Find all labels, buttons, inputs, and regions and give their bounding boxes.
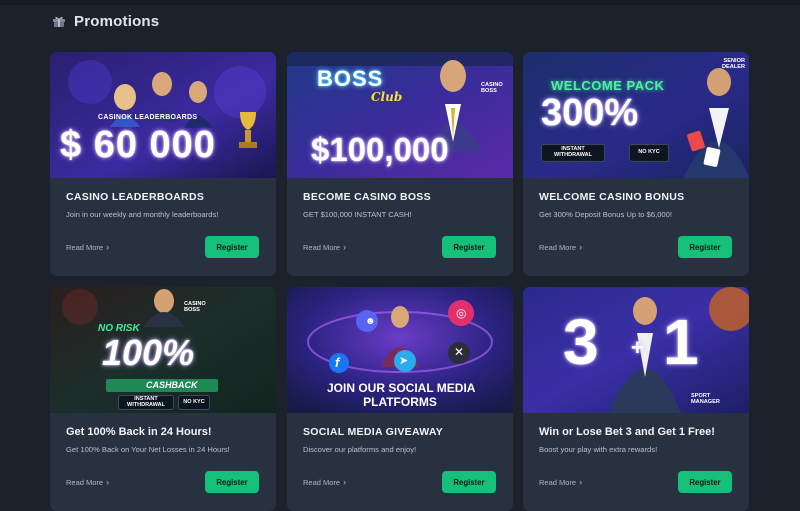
read-more-link[interactable]: Read More ›	[303, 477, 347, 488]
banner-tag-text: CASINO BOSS	[184, 301, 206, 314]
read-more-label: Read More	[303, 478, 341, 487]
promo-card-bet-3-get-1: 3 + 1 SPORT MANAGER Win or Lose Bet 3 an…	[523, 287, 749, 511]
register-button[interactable]: Register	[678, 471, 732, 493]
chevron-right-icon: ›	[106, 477, 110, 487]
register-button[interactable]: Register	[205, 236, 259, 258]
card-title: WELCOME CASINO BONUS	[539, 191, 685, 203]
promo-card-casino-leaderboards: CASINOK LEADERBOARDS $ 60 000 CASINO LEA…	[50, 52, 276, 276]
chevron-right-icon: ›	[579, 477, 583, 487]
banner-bottom-text: CASHBACK	[146, 380, 198, 390]
banner-tag-text: SENIOR DEALER	[722, 58, 745, 71]
banner-line1-text: JOIN OUR SOCIAL MEDIA	[327, 381, 476, 395]
banner-amount-text: 100%	[102, 332, 195, 373]
register-button[interactable]: Register	[678, 236, 732, 258]
banner-amount-text: $ 60 000	[60, 124, 216, 166]
x-twitter-icon: ✕	[454, 345, 465, 359]
chevron-right-icon: ›	[343, 242, 347, 252]
card-description: Discover our platforms and enjoy!	[303, 445, 417, 454]
read-more-label: Read More	[539, 478, 577, 487]
card-description: Join in our weekly and monthly leaderboa…	[66, 210, 219, 219]
banner-plus-text: +	[631, 335, 644, 360]
banner-logo-text: BOSS	[317, 66, 384, 91]
promo-banner[interactable]: BOSS Club CASINO BOSS $100,000	[287, 52, 513, 178]
banner-left-number-text: 3	[563, 306, 599, 378]
top-bar	[0, 0, 800, 5]
promo-card-welcome-casino-bonus: WELCOME PACK 300% SENIOR DEALER INSTANT …	[523, 52, 749, 276]
register-button[interactable]: Register	[205, 471, 259, 493]
banner-amount-text: $100,000	[311, 131, 449, 168]
banner-heading-text: WELCOME PACK	[551, 78, 665, 93]
read-more-label: Read More	[66, 243, 104, 252]
banner-amount-text: 300%	[541, 92, 639, 134]
promo-card-become-casino-boss: BOSS Club CASINO BOSS $100,000 BECOME CA…	[287, 52, 513, 276]
telegram-icon: ➤	[399, 355, 409, 367]
no-kyc-badge: NO KYC	[629, 144, 669, 162]
promo-banner[interactable]: CASINOK LEADERBOARDS $ 60 000	[50, 52, 276, 178]
read-more-link[interactable]: Read More ›	[66, 477, 110, 488]
read-more-label: Read More	[66, 478, 104, 487]
gift-icon	[52, 14, 66, 28]
card-title: SOCIAL MEDIA GIVEAWAY	[303, 426, 444, 438]
read-more-link[interactable]: Read More ›	[303, 242, 347, 253]
banner-right-number-text: 1	[663, 306, 699, 378]
chevron-right-icon: ›	[579, 242, 583, 252]
chevron-right-icon: ›	[106, 242, 110, 252]
promo-banner[interactable]: CASINO BOSS NO RISK 100% CASHBACK INSTAN…	[50, 287, 276, 413]
card-title: Get 100% Back in 24 Hours!	[66, 426, 212, 438]
banner-line2-text: PLATFORMS	[363, 395, 437, 409]
banner-brand-text: CASINOK LEADERBOARDS	[98, 114, 198, 121]
promo-card-social-media-giveaway: ☻ ◎ f ➤ ✕ JOIN OUR SOCIAL MEDIA PLATFORM…	[287, 287, 513, 511]
card-description: GET $100,000 INSTANT CASH!	[303, 210, 412, 219]
promo-banner[interactable]: 3 + 1 SPORT MANAGER	[523, 287, 749, 413]
instant-withdrawal-badge: INSTANT WITHDRAWAL	[541, 144, 605, 162]
register-button[interactable]: Register	[442, 236, 496, 258]
card-description: Get 300% Deposit Bonus Up to $6,000!	[539, 210, 672, 219]
read-more-label: Read More	[539, 243, 577, 252]
page-heading: Promotions	[52, 11, 159, 31]
read-more-label: Read More	[303, 243, 341, 252]
banner-tag-text: CASINO BOSS	[481, 82, 503, 95]
banner-tag-text: SPORT MANAGER	[691, 393, 720, 406]
read-more-link[interactable]: Read More ›	[539, 477, 583, 488]
instagram-icon: ◎	[456, 306, 467, 320]
card-description: Boost your play with extra rewards!	[539, 445, 658, 454]
card-title: CASINO LEADERBOARDS	[66, 191, 205, 203]
promo-card-cashback: CASINO BOSS NO RISK 100% CASHBACK INSTAN…	[50, 287, 276, 511]
no-kyc-badge: NO KYC	[178, 395, 210, 410]
instant-withdrawal-badge: INSTANT WITHDRAWAL	[118, 395, 174, 410]
page-title: Promotions	[74, 12, 160, 30]
card-title: Win or Lose Bet 3 and Get 1 Free!	[539, 426, 715, 438]
chevron-right-icon: ›	[343, 477, 347, 487]
discord-icon: ☻	[365, 316, 376, 327]
banner-logo-sub-text: Club	[371, 90, 403, 104]
card-description: Get 100% Back on Your Net Losses in 24 H…	[66, 445, 230, 454]
promo-banner[interactable]: WELCOME PACK 300% SENIOR DEALER INSTANT …	[523, 52, 749, 178]
read-more-link[interactable]: Read More ›	[66, 242, 110, 253]
promo-banner[interactable]: ☻ ◎ f ➤ ✕ JOIN OUR SOCIAL MEDIA PLATFORM…	[287, 287, 513, 413]
register-button[interactable]: Register	[442, 471, 496, 493]
card-title: BECOME CASINO BOSS	[303, 191, 431, 203]
facebook-icon: f	[335, 355, 340, 370]
read-more-link[interactable]: Read More ›	[539, 242, 583, 253]
